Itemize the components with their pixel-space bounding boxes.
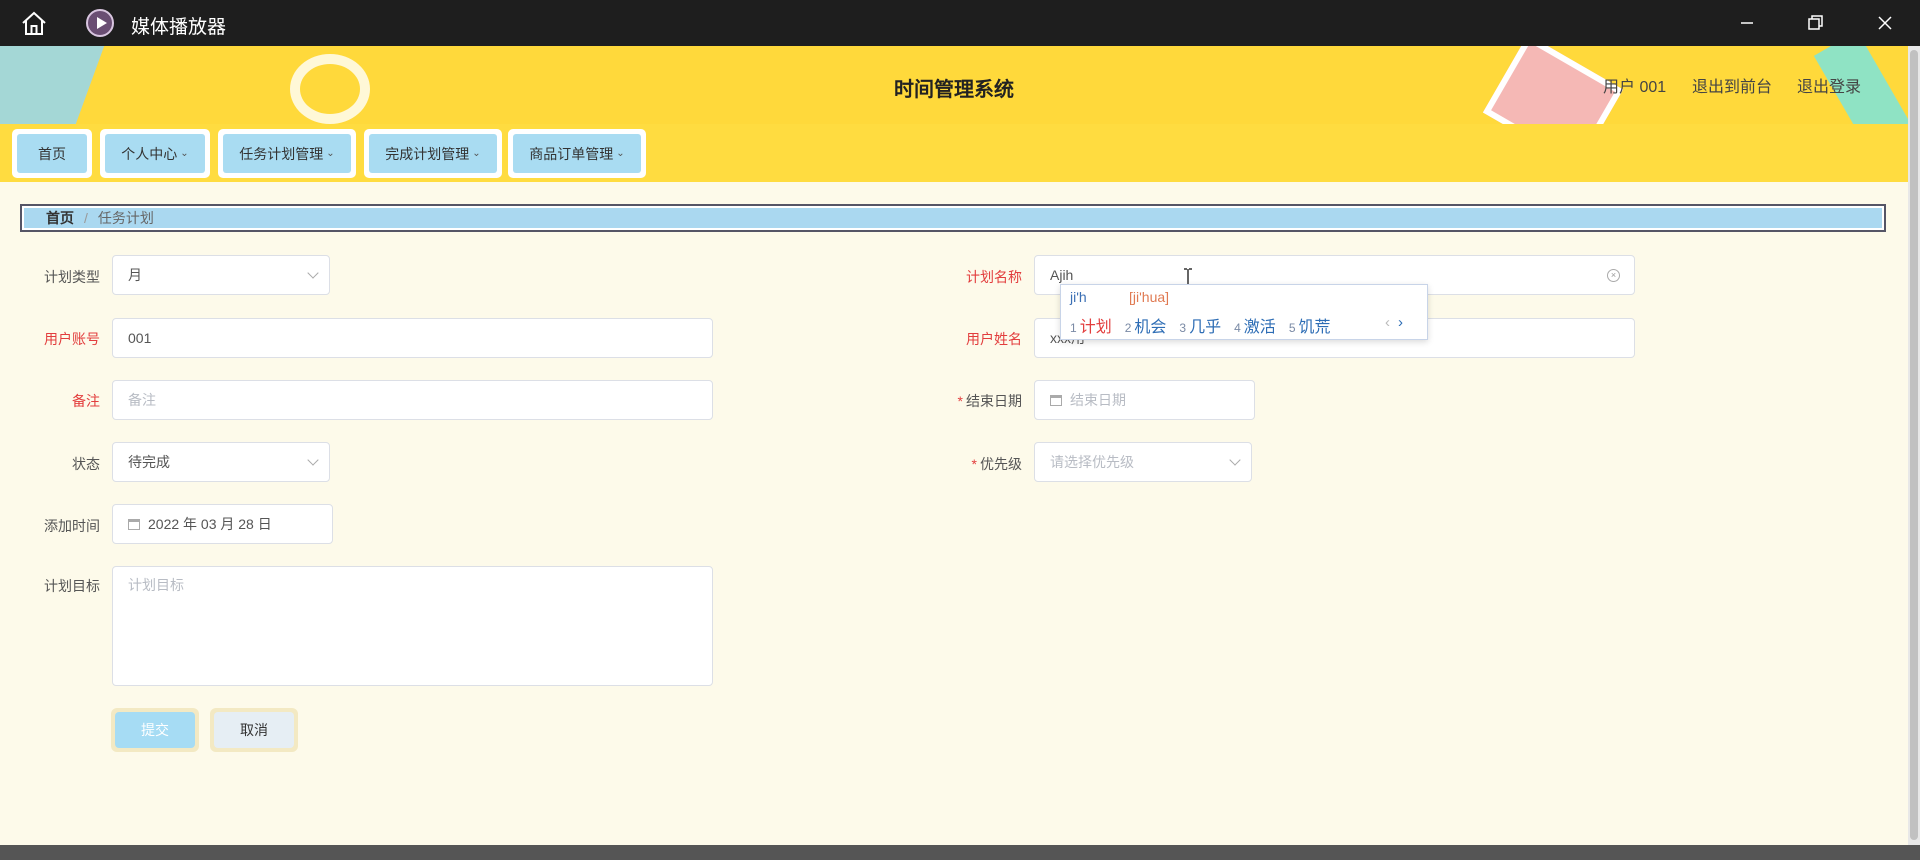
breadcrumb-current: 任务计划 xyxy=(97,210,154,226)
ime-candidate[interactable]: 3 几乎 xyxy=(1179,313,1221,337)
ime-pager: ‹ › xyxy=(1385,314,1403,331)
calendar-icon xyxy=(1050,394,1062,406)
plan-name-value: Ajih xyxy=(1050,267,1074,283)
vertical-scrollbar[interactable] xyxy=(1908,46,1920,845)
chevron-down-icon xyxy=(307,267,319,279)
exit-to-front-link[interactable]: 退出到前台 xyxy=(1692,73,1772,97)
chevron-down-icon: ⌄ xyxy=(180,148,189,159)
submit-button[interactable]: 提交 xyxy=(115,712,195,748)
logout-link[interactable]: 退出登录 xyxy=(1797,73,1861,97)
home-icon[interactable] xyxy=(20,10,48,36)
plan-type-label: 计划类型 xyxy=(44,269,100,285)
nav-item-orders[interactable]: 商品订单管理 ⌄ xyxy=(508,129,646,178)
cancel-button[interactable]: 取消 xyxy=(214,712,294,748)
add-time-value: 2022 年 03 月 28 日 xyxy=(148,516,272,532)
plan-name-label: 计划名称 xyxy=(966,269,1022,285)
clear-icon[interactable]: × xyxy=(1607,269,1620,282)
nav-item-task-plan[interactable]: 任务计划管理 ⌄ xyxy=(218,129,356,178)
nav-item-label: 个人中心 xyxy=(121,145,178,162)
site-header: 时间管理系统 用户 001 退出到前台 退出登录 xyxy=(0,46,1908,124)
breadcrumb: 首页 / 任务计划 xyxy=(20,204,1886,232)
priority-select[interactable]: 请选择优先级 xyxy=(1034,442,1252,482)
breadcrumb-home[interactable]: 首页 xyxy=(46,208,74,228)
restore-button[interactable] xyxy=(1800,8,1830,38)
priority-placeholder: 请选择优先级 xyxy=(1050,454,1134,470)
ime-candidate-popup: ji'h [ji'hua] 1 计划 2 机会 3 几乎 4 激活 5 饥荒 ‹ › xyxy=(1060,284,1428,340)
end-date-label: * 结束日期 xyxy=(957,393,1022,409)
remark-input[interactable]: 备注 xyxy=(112,380,713,420)
add-time-picker[interactable]: 2022 年 03 月 28 日 xyxy=(112,504,333,544)
ime-candidate-list: 1 计划 2 机会 3 几乎 4 激活 5 饥荒 xyxy=(1070,313,1331,337)
ime-prev-page-icon[interactable]: ‹ xyxy=(1385,314,1390,331)
current-user-label: 用户 001 xyxy=(1603,79,1667,96)
user-name-label: 用户姓名 xyxy=(966,331,1022,347)
nav-item-label: 完成计划管理 xyxy=(385,145,470,162)
cancel-button-frame: 取消 xyxy=(210,708,298,752)
window-title: 媒体播放器 xyxy=(131,17,227,38)
plan-goal-placeholder: 计划目标 xyxy=(128,577,184,593)
scrollbar-thumb[interactable] xyxy=(1910,50,1918,840)
remark-label: 备注 xyxy=(72,393,100,409)
add-time-label: 添加时间 xyxy=(44,518,100,534)
nav-item-personal-center[interactable]: 个人中心 ⌄ xyxy=(100,129,210,178)
nav-item-completed-plan[interactable]: 完成计划管理 ⌄ xyxy=(364,129,502,178)
main-nav: 首页 个人中心 ⌄ 任务计划管理 ⌄ 完成计划管理 ⌄ 商品订单管理 ⌄ xyxy=(0,124,1908,182)
media-player-app-icon xyxy=(86,9,114,37)
plan-type-value: 月 xyxy=(128,267,142,283)
close-button[interactable] xyxy=(1870,8,1900,38)
chevron-down-icon xyxy=(307,454,319,466)
submit-button-frame: 提交 xyxy=(111,708,199,752)
status-label: 状态 xyxy=(72,456,100,472)
ime-candidate[interactable]: 1 计划 xyxy=(1070,313,1112,337)
user-account-value: 001 xyxy=(128,330,152,346)
chevron-down-icon xyxy=(1229,454,1241,466)
chevron-down-icon: ⌄ xyxy=(472,148,481,159)
calendar-icon xyxy=(128,518,140,530)
ime-pinyin-hint: [ji'hua] xyxy=(1129,289,1170,305)
ime-candidate[interactable]: 2 机会 xyxy=(1125,313,1167,337)
end-date-picker[interactable]: 结束日期 xyxy=(1034,380,1255,420)
remark-placeholder: 备注 xyxy=(128,392,156,408)
chevron-down-icon: ⌄ xyxy=(616,148,625,159)
nav-item-label: 商品订单管理 xyxy=(529,145,614,162)
plan-goal-label: 计划目标 xyxy=(44,578,100,594)
plan-goal-textarea[interactable]: 计划目标 xyxy=(112,566,713,686)
nav-item-label: 首页 xyxy=(38,145,66,162)
status-value: 待完成 xyxy=(128,454,170,470)
priority-label: * 优先级 xyxy=(971,456,1022,472)
end-date-label-text: 结束日期 xyxy=(966,393,1022,409)
minimize-button[interactable] xyxy=(1732,8,1762,38)
ime-candidate[interactable]: 4 激活 xyxy=(1234,313,1276,337)
user-account-input[interactable]: 001 xyxy=(112,318,713,358)
ime-composition: ji'h xyxy=(1070,289,1087,305)
ime-candidate[interactable]: 5 饥荒 xyxy=(1289,313,1331,337)
nav-item-home[interactable]: 首页 xyxy=(12,129,92,178)
ime-next-page-icon[interactable]: › xyxy=(1398,314,1403,331)
plan-type-select[interactable]: 月 xyxy=(112,255,330,295)
breadcrumb-separator: / xyxy=(84,210,88,226)
end-date-placeholder: 结束日期 xyxy=(1070,392,1126,408)
window-titlebar: 媒体播放器 xyxy=(0,0,1920,46)
chevron-down-icon: ⌄ xyxy=(326,148,335,159)
nav-item-label: 任务计划管理 xyxy=(239,145,324,162)
user-account-label: 用户账号 xyxy=(44,331,100,347)
status-select[interactable]: 待完成 xyxy=(112,442,330,482)
bottom-bar xyxy=(0,845,1920,860)
priority-label-text: 优先级 xyxy=(980,456,1022,472)
